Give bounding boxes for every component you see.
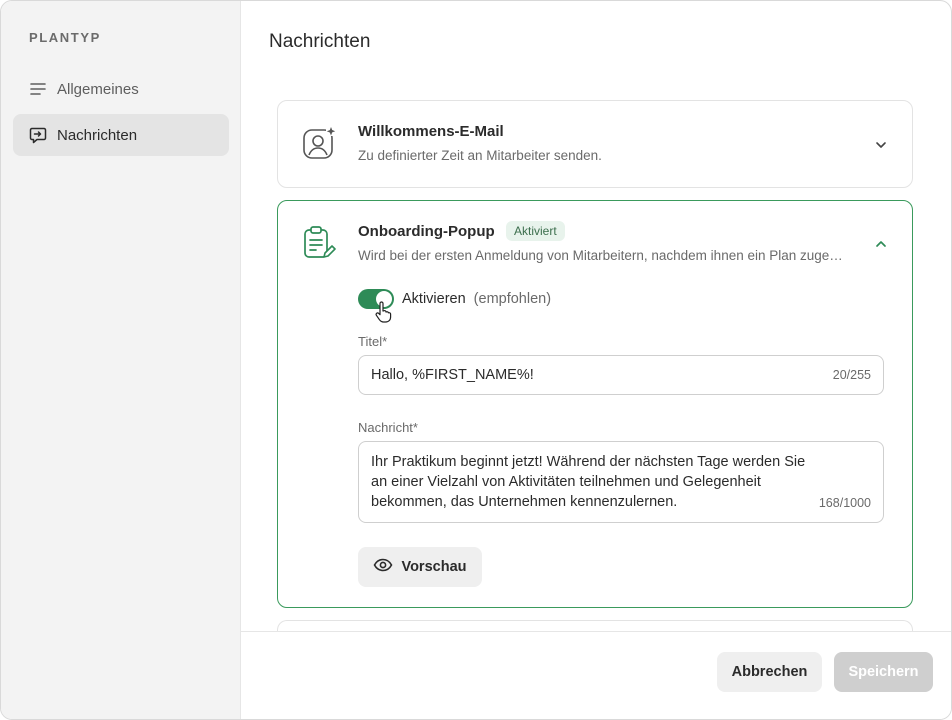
title-field[interactable]: 20/255 — [358, 355, 884, 395]
chevron-down-icon[interactable] — [874, 138, 888, 152]
card-subtitle: Zu definierter Zeit an Mitarbeiter sende… — [358, 148, 602, 163]
toggle-label: Aktivieren — [402, 291, 466, 307]
eye-icon — [373, 558, 393, 576]
footer: Abbrechen Speichern — [241, 631, 951, 719]
message-field[interactable]: Ihr Praktikum beginnt jetzt! Während der… — [358, 441, 884, 523]
card-onboarding-popup: Onboarding-Popup Aktiviert Wird bei der … — [277, 200, 913, 608]
card-title: Willkommens-E-Mail — [358, 123, 504, 140]
hand-cursor-icon — [374, 301, 392, 328]
sidebar-title: PLANTYP — [29, 30, 101, 45]
preview-button[interactable]: Vorschau — [358, 547, 482, 587]
title-input[interactable] — [371, 356, 811, 394]
title-counter: 20/255 — [832, 368, 871, 382]
message-field-label: Nachricht* — [358, 420, 418, 435]
card-welcome-email[interactable]: Willkommens-E-Mail Zu definierter Zeit a… — [277, 100, 913, 188]
sidebar-item-label: Nachrichten — [57, 126, 138, 144]
toggle-hint: (empfohlen) — [473, 291, 552, 307]
card-title: Onboarding-Popup — [358, 223, 495, 240]
message-counter: 168/1000 — [818, 496, 871, 510]
main-content: Nachrichten Willkommens-E-Mail Zu defini… — [241, 1, 951, 719]
chevron-up-icon[interactable] — [874, 237, 888, 251]
page-title: Nachrichten — [269, 31, 371, 52]
lines-icon — [29, 80, 47, 98]
window: PLANTYP Allgemeines Nachrichten Nachrich… — [0, 0, 952, 720]
cancel-button[interactable]: Abbrechen — [717, 652, 822, 692]
sidebar-item-allgemeines[interactable]: Allgemeines — [13, 68, 229, 110]
save-button[interactable]: Speichern — [834, 652, 933, 692]
sidebar: PLANTYP Allgemeines Nachrichten — [1, 1, 241, 719]
user-sparkle-icon — [302, 126, 336, 160]
status-badge: Aktiviert — [506, 221, 565, 241]
message-icon — [29, 126, 47, 144]
title-field-label: Titel* — [358, 334, 388, 349]
sidebar-item-label: Allgemeines — [57, 80, 139, 98]
clipboard-edit-icon — [302, 225, 336, 259]
card-subtitle: Wird bei der ersten Anmeldung von Mitarb… — [358, 248, 843, 263]
message-textarea[interactable]: Ihr Praktikum beginnt jetzt! Während der… — [371, 452, 811, 514]
sidebar-item-nachrichten[interactable]: Nachrichten — [13, 114, 229, 156]
preview-label: Vorschau — [401, 559, 467, 575]
